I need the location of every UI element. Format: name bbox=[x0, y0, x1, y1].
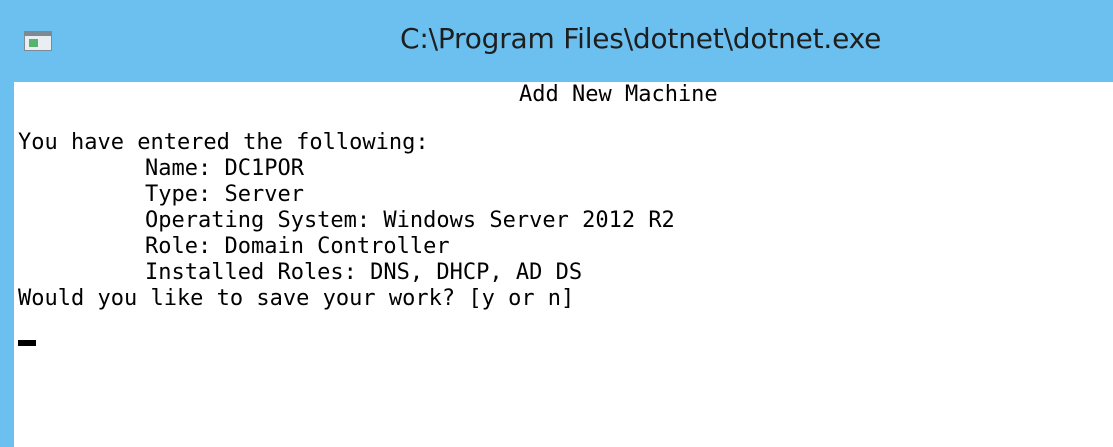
save-prompt-line: Would you like to save your work? [y or … bbox=[18, 286, 575, 311]
machine-role-line: Role: Domain Controller bbox=[145, 234, 450, 259]
title-bar[interactable]: C:\Program Files\dotnet\dotnet.exe bbox=[0, 0, 1113, 82]
window-title: C:\Program Files\dotnet\dotnet.exe bbox=[400, 22, 882, 55]
machine-type-line: Type: Server bbox=[145, 182, 304, 207]
machine-name-line: Name: DC1POR bbox=[145, 156, 304, 181]
text-cursor bbox=[18, 340, 36, 346]
console-window: C:\Program Files\dotnet\dotnet.exe Add N… bbox=[0, 0, 1113, 447]
console-output[interactable]: Add New Machine You have entered the fol… bbox=[14, 82, 1113, 447]
console-intro-line: You have entered the following: bbox=[18, 130, 429, 155]
operating-system-line: Operating System: Windows Server 2012 R2 bbox=[145, 208, 675, 233]
console-window-icon[interactable] bbox=[24, 31, 52, 51]
installed-roles-line: Installed Roles: DNS, DHCP, AD DS bbox=[145, 260, 583, 285]
console-heading: Add New Machine bbox=[519, 82, 718, 107]
